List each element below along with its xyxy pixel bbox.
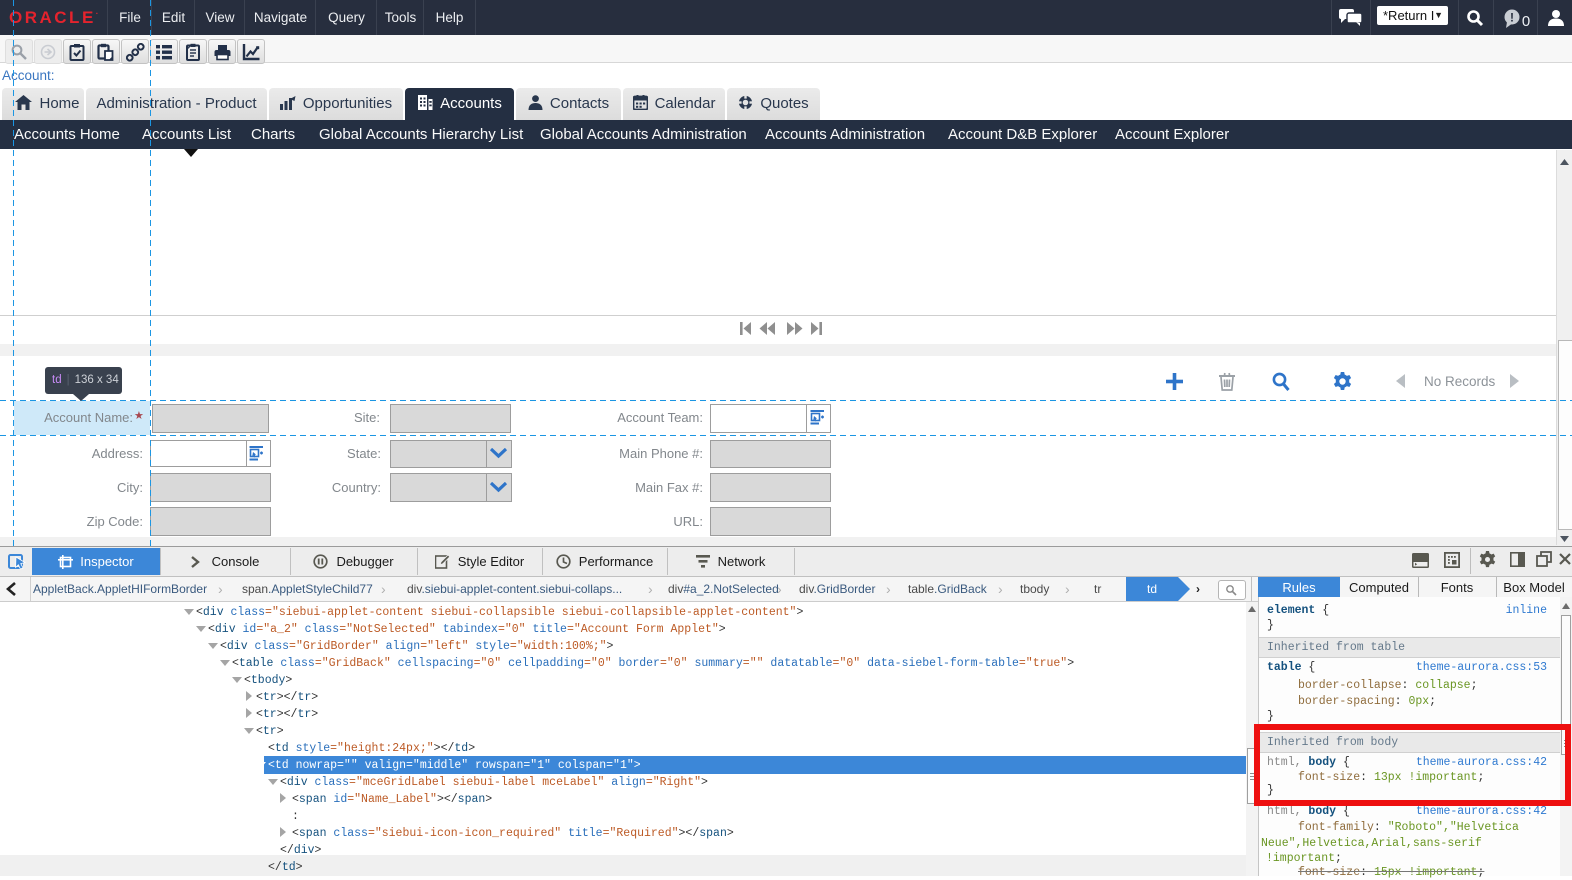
svg-text:0: 0 — [1522, 13, 1530, 29]
svg-text:!: ! — [1510, 11, 1514, 25]
